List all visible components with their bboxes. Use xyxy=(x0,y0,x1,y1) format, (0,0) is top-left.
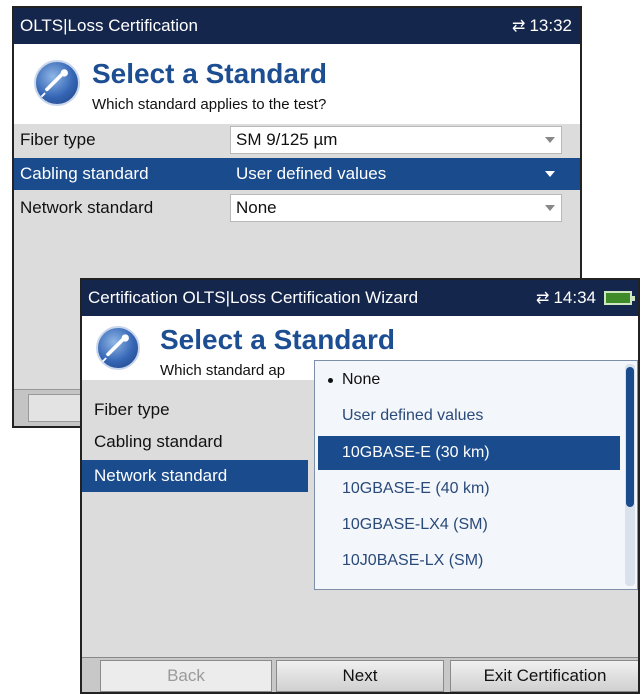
back-label-network-standard: Network standard xyxy=(20,198,154,217)
dropdown-option-user-defined[interactable]: User defined values xyxy=(318,399,620,433)
sync-arrows-icon: ⇄ xyxy=(512,18,525,35)
front-label-network-standard: Network standard xyxy=(94,466,228,485)
front-window-title: Certification OLTS|Loss Certification Wi… xyxy=(88,288,419,307)
sync-arrows-icon: ⇄ xyxy=(536,290,549,307)
back-page-subtitle: Which standard applies to the test? xyxy=(92,96,327,113)
front-button-bar: Back Next Exit Certification xyxy=(82,657,638,692)
option-label: 10GBASE-E (30 km) xyxy=(342,444,490,461)
back-row-cabling-standard[interactable]: Cabling standard User defined values xyxy=(14,158,580,190)
dropdown-scrollbar-thumb[interactable] xyxy=(626,367,634,507)
dropdown-option-10gbase-lx4[interactable]: 10GBASE-LX4 (SM) xyxy=(318,508,620,542)
back-window-title: OLTS|Loss Certification xyxy=(20,16,198,35)
back-header: Select a Standard Which standard applies… xyxy=(14,44,580,124)
dropdown-option-none[interactable]: None xyxy=(318,363,620,397)
back-button[interactable]: Back xyxy=(100,660,272,692)
back-network-standard-value: None xyxy=(236,198,277,217)
front-window: Certification OLTS|Loss Certification Wi… xyxy=(80,278,640,694)
dropdown-arrow-icon xyxy=(545,137,555,143)
network-standard-dropdown-list[interactable]: None User defined values 10GBASE-E (30 k… xyxy=(314,360,638,590)
back-fiber-type-select[interactable]: SM 9/125 µm xyxy=(230,126,562,154)
back-row-fiber-type[interactable]: Fiber type SM 9/125 µm xyxy=(14,124,580,156)
back-cabling-standard-select[interactable]: User defined values xyxy=(230,160,562,188)
front-label-fiber-type: Fiber type xyxy=(94,400,170,419)
back-network-standard-select[interactable]: None xyxy=(230,194,562,222)
next-button[interactable]: Next xyxy=(276,660,444,692)
dropdown-arrow-icon xyxy=(545,205,555,211)
back-cabling-standard-value: User defined values xyxy=(236,164,387,183)
front-clock: 14:34 xyxy=(553,288,596,307)
dropdown-option-10gbase-e-30[interactable]: 10GBASE-E (30 km) xyxy=(318,436,620,470)
fiber-connector-logo-icon xyxy=(96,326,140,370)
option-label: 10GBASE-LX4 (SM) xyxy=(342,516,488,533)
battery-icon xyxy=(604,291,635,305)
back-label-fiber-type: Fiber type xyxy=(20,130,96,149)
option-label: 10J0BASE-LX (SM) xyxy=(342,552,484,569)
fiber-connector-logo-icon xyxy=(34,60,80,106)
back-label-cabling-standard: Cabling standard xyxy=(20,164,149,183)
option-label: User defined values xyxy=(342,407,484,424)
front-label-cabling-standard: Cabling standard xyxy=(94,432,223,451)
back-row-network-standard[interactable]: Network standard None xyxy=(14,192,580,224)
front-page-subtitle: Which standard ap xyxy=(160,362,286,379)
dropdown-option-10gbase-lx[interactable]: 10J0BASE-LX (SM) xyxy=(318,544,620,578)
exit-certification-button[interactable]: Exit Certification xyxy=(450,660,638,692)
option-label: None xyxy=(342,371,381,388)
option-label: 10GBASE-E (40 km) xyxy=(342,480,490,497)
dropdown-arrow-icon xyxy=(545,171,555,177)
front-titlebar: Certification OLTS|Loss Certification Wi… xyxy=(82,280,638,316)
back-page-title: Select a Standard xyxy=(92,58,327,89)
front-row-network-standard[interactable]: Network standard xyxy=(82,460,308,492)
dropdown-option-10gbase-e-40[interactable]: 10GBASE-E (40 km) xyxy=(318,472,620,506)
back-titlebar: OLTS|Loss Certification ⇄ 13:32 xyxy=(14,8,580,44)
selected-bullet-icon xyxy=(328,378,333,383)
front-page-title: Select a Standard xyxy=(160,324,395,355)
back-fiber-type-value: SM 9/125 µm xyxy=(236,130,338,149)
back-clock: 13:32 xyxy=(529,16,572,35)
